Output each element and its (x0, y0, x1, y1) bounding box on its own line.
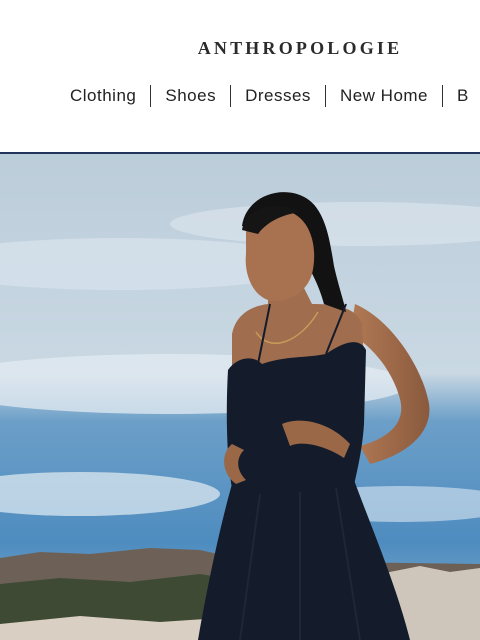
nav-item-clothing[interactable]: Clothing (70, 84, 136, 108)
nav-separator (324, 85, 326, 107)
nav-separator (442, 85, 444, 107)
nav-item-new-home[interactable]: New Home (340, 84, 428, 108)
dress-bodice (226, 342, 366, 488)
site-header: ANTHROPOLOGIE Clothing Shoes Dresses New… (0, 0, 480, 152)
main-navigation: Clothing Shoes Dresses New Home B (70, 84, 480, 108)
nav-separator (230, 85, 232, 107)
hero-banner[interactable] (0, 154, 480, 640)
nav-separator (150, 85, 152, 107)
nav-item-dresses[interactable]: Dresses (245, 84, 311, 108)
nav-item-shoes[interactable]: Shoes (165, 84, 216, 108)
brand-logo[interactable]: ANTHROPOLOGIE (0, 38, 480, 59)
hero-image (0, 154, 480, 640)
nav-item-truncated[interactable]: B (457, 84, 469, 108)
